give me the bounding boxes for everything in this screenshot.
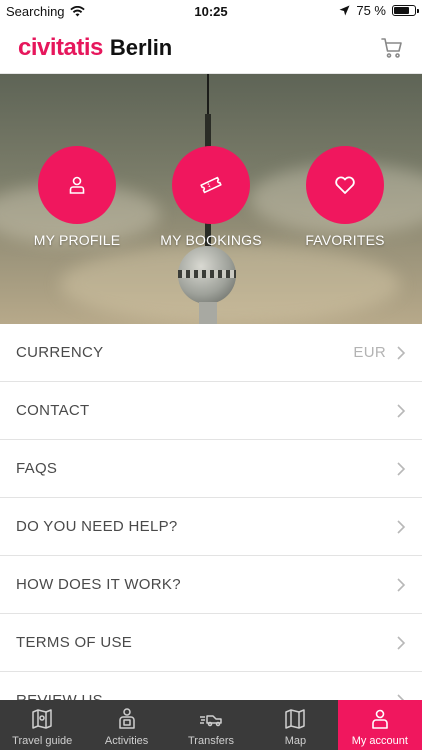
chevron-right-icon — [397, 635, 406, 650]
menu-item-label: CURRENCY — [16, 344, 104, 361]
account-icon — [372, 709, 388, 729]
tab-label: Travel guide — [12, 735, 73, 747]
profile-icon — [69, 176, 85, 194]
currency-value: EUR — [353, 344, 386, 361]
chevron-right-icon — [397, 403, 406, 418]
tab-my-account[interactable]: My account — [337, 700, 422, 750]
tab-label: Transfers — [187, 735, 235, 747]
chevron-right-icon — [397, 577, 406, 592]
menu-item-label: DO YOU NEED HELP? — [16, 518, 178, 535]
menu-item-currency[interactable]: CURRENCY EUR — [0, 324, 422, 382]
menu-item-label: CONTACT — [16, 402, 90, 419]
my-bookings-circle[interactable] — [172, 146, 250, 224]
tower-shaft — [199, 302, 217, 324]
my-bookings-button[interactable]: MY BOOKINGS — [151, 146, 271, 248]
city-name: Berlin — [109, 35, 173, 60]
tab-transfers[interactable]: Transfers — [169, 700, 253, 750]
menu-item-label: HOW DOES IT WORK? — [16, 576, 181, 593]
transfer-car-icon — [200, 715, 222, 727]
hero-banner: MY PROFILE MY BOOKINGS FAVORITES — [0, 74, 422, 324]
battery-fill — [394, 7, 409, 14]
favorites-button[interactable]: FAVORITES — [285, 146, 405, 248]
tab-travel-guide[interactable]: Travel guide — [0, 700, 84, 750]
menu-item-terms-of-use[interactable]: TERMS OF USE — [0, 614, 422, 672]
favorites-label: FAVORITES — [305, 232, 385, 248]
menu-item-label: TERMS OF USE — [16, 634, 133, 651]
menu-item-label: FAQS — [16, 460, 58, 477]
cart-icon[interactable] — [380, 36, 404, 60]
tower-antenna — [207, 74, 209, 114]
map-icon — [285, 709, 306, 729]
brand[interactable]: civitatis Berlin — [18, 34, 172, 62]
favorites-circle[interactable] — [306, 146, 384, 224]
menu-item-contact[interactable]: CONTACT — [0, 382, 422, 440]
brand-logo: civitatis — [18, 34, 103, 61]
chevron-right-icon — [397, 519, 406, 534]
location-arrow-icon — [339, 5, 350, 16]
settings-menu: CURRENCY EUR CONTACT FAQS DO YOU NEED HE… — [0, 324, 422, 730]
heart-icon — [335, 176, 355, 194]
my-profile-label: MY PROFILE — [33, 232, 121, 248]
tab-activities[interactable]: Activities — [84, 700, 168, 750]
status-bar: Searching 10:25 75 % — [0, 0, 422, 22]
app-header: civitatis Berlin — [0, 22, 422, 74]
battery-percent: 75 % — [356, 3, 386, 18]
my-profile-button[interactable]: MY PROFILE — [17, 146, 137, 248]
my-profile-circle[interactable] — [38, 146, 116, 224]
my-bookings-label: MY BOOKINGS — [160, 232, 262, 248]
battery-icon — [392, 5, 419, 16]
menu-item-faqs[interactable]: FAQS — [0, 440, 422, 498]
menu-item-how-it-works[interactable]: HOW DOES IT WORK? — [0, 556, 422, 614]
tower-sphere — [178, 246, 236, 304]
ticket-icon — [200, 176, 222, 194]
tab-label: My account — [351, 735, 408, 747]
guide-person-icon — [118, 708, 135, 729]
menu-item-need-help[interactable]: DO YOU NEED HELP? — [0, 498, 422, 556]
map-book-icon — [32, 709, 52, 729]
chevron-right-icon — [397, 345, 406, 360]
tab-label: Map — [284, 735, 307, 747]
tab-bar: Travel guide Activities Transfers Map My… — [0, 700, 422, 750]
tab-map[interactable]: Map — [253, 700, 337, 750]
tab-label: Activities — [104, 735, 149, 747]
chevron-right-icon — [397, 461, 406, 476]
